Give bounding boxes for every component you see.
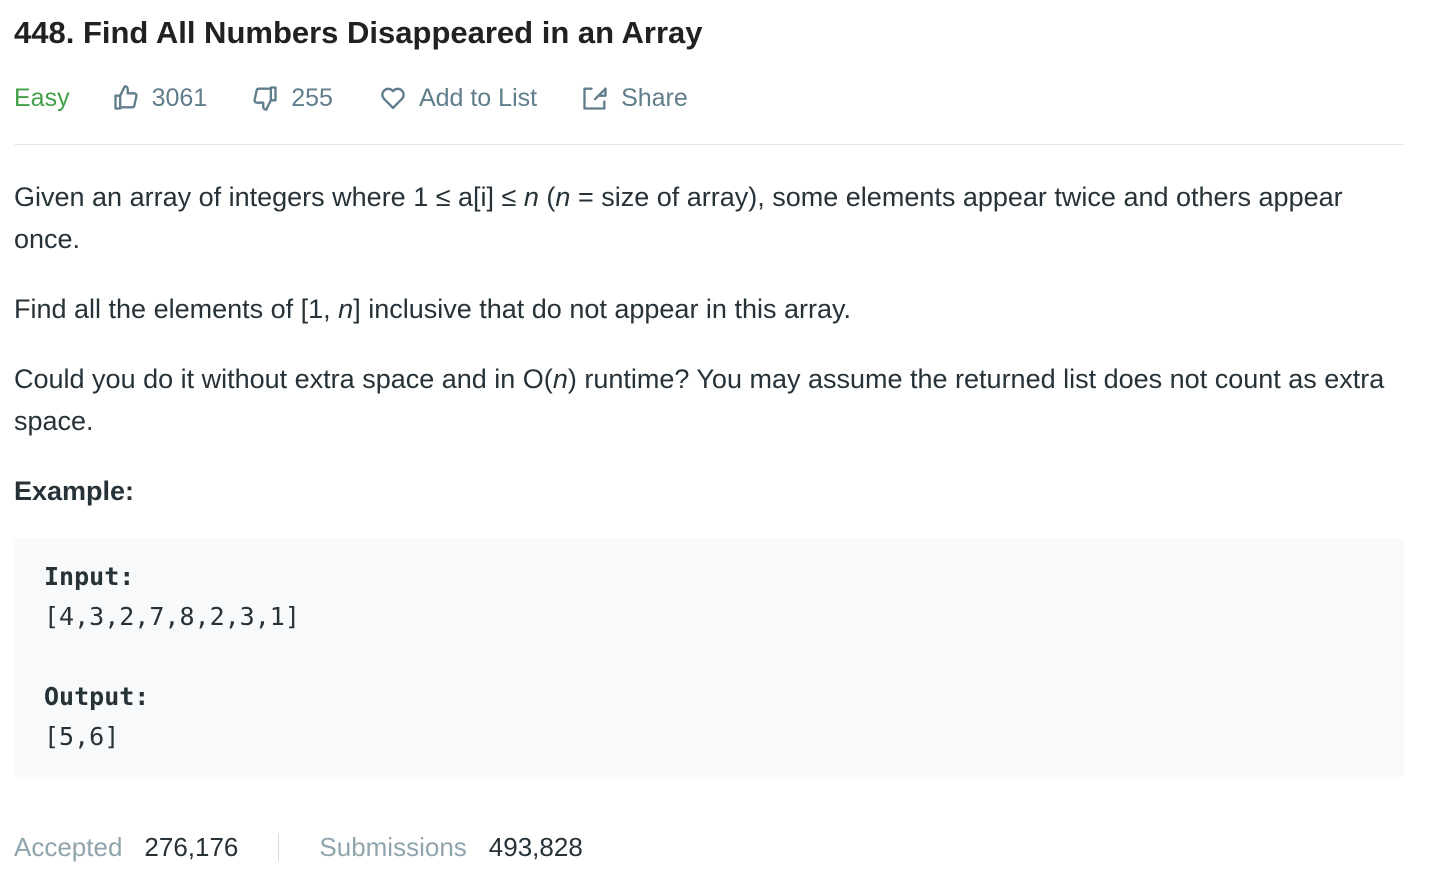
statement-paragraph: Find all the elements of [1, n] inclusiv…: [14, 294, 851, 324]
output-label: Output:: [44, 682, 150, 711]
submissions-count: 493,828: [488, 831, 583, 862]
share-icon: [583, 87, 607, 110]
problem-statement: Given an array of integers where 1 ≤ a[i…: [14, 176, 1404, 470]
statement-paragraph: Could you do it without extra space and …: [14, 364, 1385, 436]
stats-divider: [278, 833, 280, 861]
share-button[interactable]: Share: [581, 84, 688, 113]
output-value: [5,6]: [44, 722, 120, 751]
share-label: Share: [621, 83, 688, 112]
dislike-button[interactable]: 255: [251, 84, 333, 113]
header-divider: [14, 144, 1404, 145]
add-to-list-button[interactable]: Add to List: [379, 84, 537, 113]
thumbs-down-icon: [253, 86, 277, 111]
heart-icon: [381, 87, 405, 110]
input-label: Input:: [44, 562, 135, 591]
thumbs-up-icon: [113, 85, 138, 110]
accepted-label: Accepted: [14, 831, 123, 862]
example-heading: Example:: [14, 476, 135, 506]
submissions-label: Submissions: [319, 831, 467, 862]
add-to-list-label: Add to List: [418, 83, 538, 112]
input-value: [4,3,2,7,8,2,3,1]: [44, 602, 300, 631]
accepted-count: 276,176: [144, 831, 239, 862]
problem-title: 448. Find All Numbers Disappeared in an …: [14, 15, 703, 50]
problem-meta-bar: Easy 3061 255 Add to List Share: [14, 76, 688, 120]
like-button[interactable]: 3061: [112, 83, 208, 113]
like-count: 3061: [151, 83, 208, 112]
submission-stats: Accepted 276,176 Submissions 493,828: [14, 826, 583, 868]
difficulty-badge: Easy: [14, 83, 70, 112]
statement-paragraph: Given an array of integers where 1 ≤ a[i…: [14, 182, 1343, 254]
dislike-count: 255: [291, 83, 333, 112]
example-code-block: Input: [4,3,2,7,8,2,3,1] Output: [5,6]: [14, 538, 1404, 777]
